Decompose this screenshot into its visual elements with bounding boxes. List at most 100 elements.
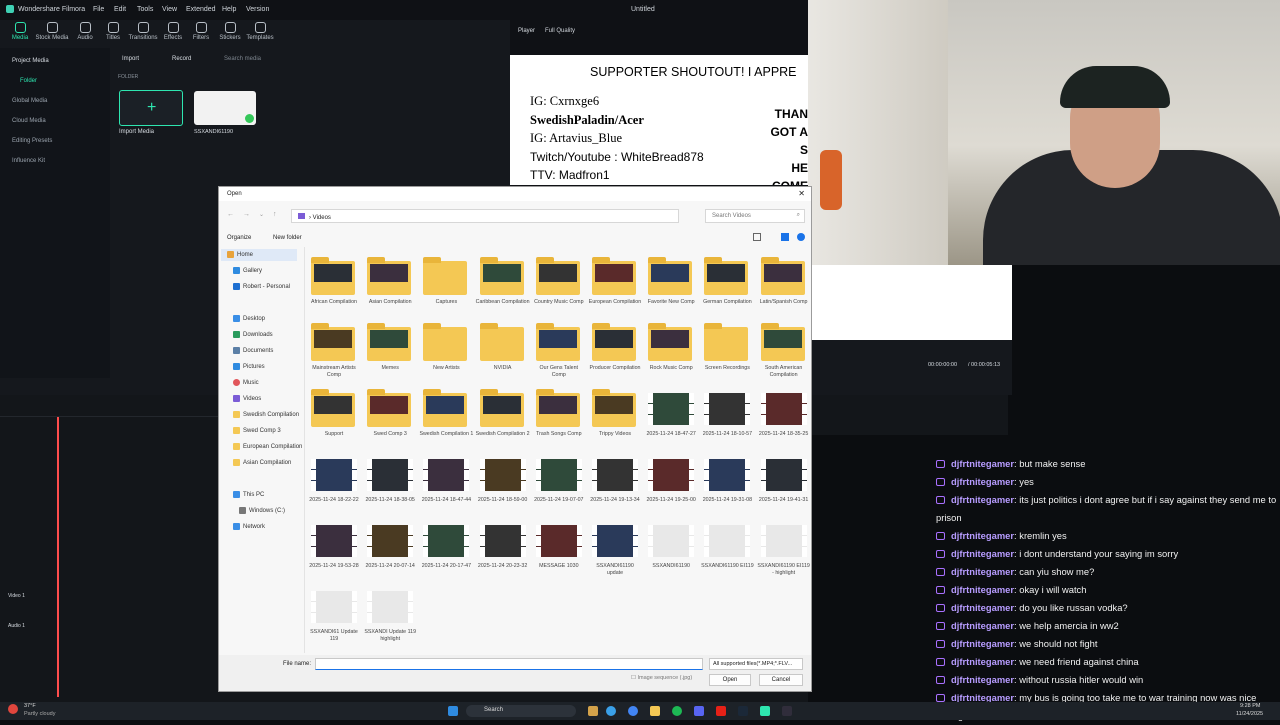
menu-extended[interactable]: Extended (186, 6, 216, 13)
video-file-item[interactable]: 2025-11-24 18-59-00 (476, 447, 530, 513)
weather-desc[interactable]: Partly cloudy (24, 711, 56, 717)
folder-item[interactable]: Trippy Videos (588, 381, 642, 447)
import-media-button[interactable]: + (119, 90, 183, 126)
video-file-item[interactable]: 2025-11-24 19-25-00 (644, 447, 698, 513)
tab-media[interactable]: Media (3, 22, 37, 41)
file-name-input[interactable] (315, 658, 703, 670)
video-file-item[interactable]: SSXANDI61190 EI119 - highlight (757, 513, 811, 579)
folder-item[interactable]: Screen Recordings (700, 315, 754, 381)
video-file-item[interactable]: 2025-11-24 20-07-14 (363, 513, 417, 579)
nav-asian-compilation[interactable]: Asian Compilation (227, 457, 291, 469)
menu-view[interactable]: View (162, 6, 177, 13)
folder-item[interactable]: Producer Compilation (588, 315, 642, 381)
menu-edit[interactable]: Edit (114, 6, 126, 13)
sidebar-global-media[interactable]: Global Media (12, 98, 47, 104)
nav-european-compilation[interactable]: European Compilation (227, 441, 302, 453)
video-file-item[interactable]: 2025-11-24 18-10-57 (700, 381, 754, 447)
video-file-item[interactable]: 2025-11-24 20-23-32 (476, 513, 530, 579)
edge-icon[interactable] (606, 706, 616, 716)
new-folder-button[interactable]: New folder (273, 235, 302, 241)
video-file-item[interactable]: 2025-11-24 19-13-34 (588, 447, 642, 513)
video-file-item[interactable]: 2025-11-24 19-53-28 (307, 513, 361, 579)
chrome-icon[interactable] (628, 706, 638, 716)
close-icon[interactable]: ✕ (798, 189, 805, 198)
organize-button[interactable]: Organize (227, 235, 251, 241)
help-icon[interactable] (797, 233, 805, 241)
nav-windows-c[interactable]: Windows (C:) (233, 505, 285, 517)
folder-item[interactable]: Support (307, 381, 361, 447)
video-file-item[interactable]: 2025-11-24 18-47-44 (419, 447, 473, 513)
folder-item[interactable]: African Compilation (307, 249, 361, 315)
nav-downloads[interactable]: Downloads (227, 329, 273, 341)
folder-item[interactable]: South American Compilation (757, 315, 811, 381)
menu-tools[interactable]: Tools (137, 6, 153, 13)
folder-item[interactable]: Swedish Compilation 2 (476, 381, 530, 447)
folder-item[interactable]: Rock Music Comp (644, 315, 698, 381)
folder-item[interactable]: New Artists (419, 315, 473, 381)
nav-onedrive[interactable]: Robert - Personal (227, 281, 290, 293)
tab-templates[interactable]: Templates (243, 22, 277, 41)
folder-item[interactable]: NVIDIA (476, 315, 530, 381)
folder-item[interactable]: Mainstream Artists Comp (307, 315, 361, 381)
folder-item[interactable]: Captures (419, 249, 473, 315)
folder-icon[interactable] (650, 706, 660, 716)
obs-icon[interactable] (782, 706, 792, 716)
folder-item[interactable]: Swed Comp 3 (363, 381, 417, 447)
nav-this-pc[interactable]: This PC (227, 489, 264, 501)
video-file-item[interactable]: 2025-11-24 18-35-25 (757, 381, 811, 447)
playhead[interactable] (57, 417, 59, 697)
spotify-icon[interactable] (672, 706, 682, 716)
nav-home[interactable]: Home (221, 249, 297, 261)
nav-documents[interactable]: Documents (227, 345, 273, 357)
folder-item[interactable]: Asian Compilation (363, 249, 417, 315)
menu-help[interactable]: Help (222, 6, 236, 13)
folder-item[interactable]: German Compilation (700, 249, 754, 315)
folder-item[interactable]: Swedish Compilation 1 (419, 381, 473, 447)
folder-item[interactable]: Country Music Comp (532, 249, 586, 315)
search-media-input[interactable]: Search media (224, 56, 261, 62)
folder-item[interactable]: Caribbean Compilation (476, 249, 530, 315)
youtube-icon[interactable] (716, 706, 726, 716)
weather-temp[interactable]: 37°F (24, 703, 36, 709)
nav-music[interactable]: Music (227, 377, 259, 389)
video-file-item[interactable]: SSXANDI61 Update 119 (307, 579, 361, 645)
media-clip-thumb[interactable] (194, 91, 256, 125)
back-arrow-icon[interactable]: ← (227, 211, 234, 218)
nav-gallery[interactable]: Gallery (227, 265, 262, 277)
tab-transitions[interactable]: Transitions (126, 22, 160, 41)
video-file-item[interactable]: SSXANDI Update 119 highlight (363, 579, 417, 645)
video-file-item[interactable]: 2025-11-24 19-31-08 (700, 447, 754, 513)
sidebar-project-media[interactable]: Project Media (12, 58, 49, 64)
video-file-item[interactable]: MESSAGE 1030 (532, 513, 586, 579)
menu-file[interactable]: File (93, 6, 104, 13)
file-type-select[interactable]: All supported files(*.MP4;*.FLV... (709, 658, 803, 670)
video-file-item[interactable]: 2025-11-24 19-07-07 (532, 447, 586, 513)
address-bar[interactable]: › Videos (291, 209, 679, 223)
nav-desktop[interactable]: Desktop (227, 313, 265, 325)
steam-icon[interactable] (738, 706, 748, 716)
nav-videos[interactable]: Videos (227, 393, 261, 405)
chevron-down-icon[interactable]: ⌄ (259, 211, 264, 218)
tab-stock-media[interactable]: Stock Media (35, 22, 69, 41)
menu-version[interactable]: Version (246, 6, 269, 13)
clock-time[interactable]: 9:28 PM (1240, 703, 1260, 709)
video-file-item[interactable]: 2025-11-24 18-22-22 (307, 447, 361, 513)
forward-arrow-icon[interactable]: → (243, 211, 250, 218)
start-icon[interactable] (448, 706, 458, 716)
image-sequence-checkbox[interactable]: ☐ Image sequence (.jpg) (631, 675, 692, 681)
nav-swedish-compilation[interactable]: Swedish Compilation (227, 409, 299, 421)
sidebar-cloud-media[interactable]: Cloud Media (12, 118, 46, 124)
folder-item[interactable]: Favorite New Comp (644, 249, 698, 315)
up-arrow-icon[interactable]: ↑ (273, 211, 277, 218)
sidebar-editing-presets[interactable]: Editing Presets (12, 138, 52, 144)
video-file-item[interactable]: SSXANDI61190 update (588, 513, 642, 579)
video-file-item[interactable]: 2025-11-24 20-17-47 (419, 513, 473, 579)
discord-icon[interactable] (694, 706, 704, 716)
nav-swed-comp-3[interactable]: Swed Comp 3 (227, 425, 281, 437)
folder-item[interactable]: Our Gens Talent Comp (532, 315, 586, 381)
view-options-icon[interactable] (753, 233, 761, 241)
folder-item[interactable]: Memes (363, 315, 417, 381)
clock-date[interactable]: 11/24/2025 (1236, 711, 1263, 717)
folder-item[interactable]: European Compilation (588, 249, 642, 315)
import-dropdown[interactable]: Import (122, 56, 139, 62)
